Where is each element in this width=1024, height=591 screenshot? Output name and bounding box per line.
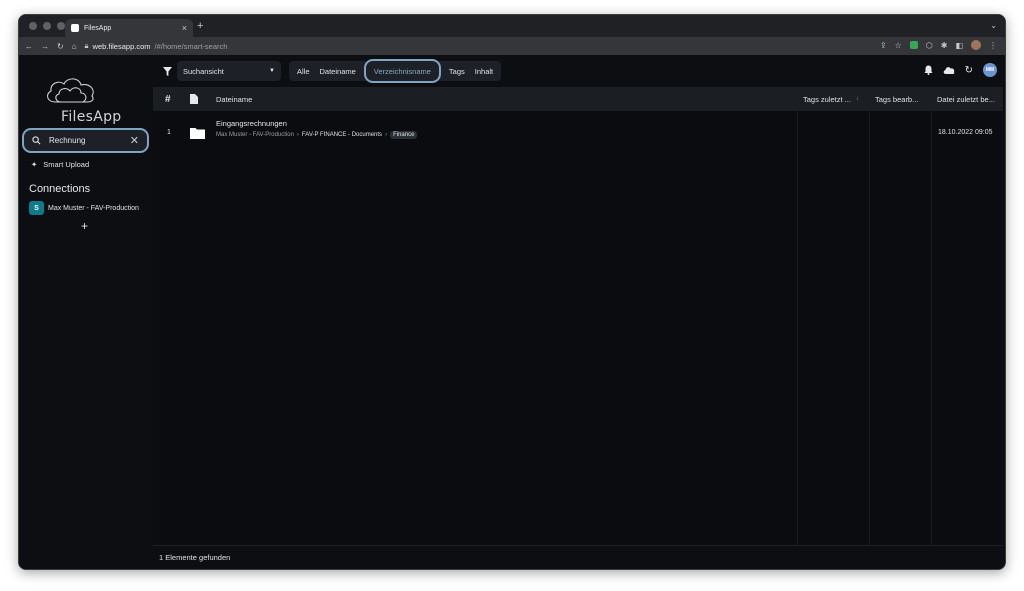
breadcrumb-connection[interactable]: Max Muster - FAV-Production — [216, 132, 294, 138]
table-header: # Dateiname Tags zuletzt ... ↓ Tags bear… — [153, 87, 1003, 111]
connections-title: Connections — [29, 183, 91, 195]
add-connection-button[interactable]: + — [81, 219, 88, 233]
breadcrumb-folder[interactable]: Finance — [390, 131, 418, 139]
connection-label: Max Muster - FAV-Production — [48, 204, 139, 212]
address-bar: ← → ↻ ⌂ 🔒︎ web.filesapp.com/#/home/smart… — [19, 37, 1005, 55]
column-header-filename[interactable]: Dateiname — [216, 87, 252, 111]
folder-icon — [190, 128, 205, 139]
view-select-value: Suchansicht — [183, 66, 224, 76]
chevron-right-icon: › — [296, 132, 299, 138]
new-tab-icon[interactable]: + — [197, 20, 203, 32]
smart-upload-button[interactable]: ✦ Smart Upload — [31, 160, 89, 169]
close-tab-icon[interactable]: × — [182, 23, 187, 33]
favicon-icon — [71, 24, 79, 32]
filter-verzeichnisname[interactable]: Verzeichnisname — [363, 59, 441, 83]
column-divider — [931, 111, 932, 545]
profile-avatar[interactable] — [971, 40, 981, 50]
home-icon[interactable]: ⌂ — [72, 42, 77, 51]
sidepanel-icon[interactable]: ◧ — [955, 41, 963, 50]
filter-inhalt[interactable]: Inhalt — [470, 61, 498, 81]
back-icon[interactable]: ← — [25, 42, 33, 51]
filter-icon[interactable] — [161, 66, 173, 76]
tab-title: FilesApp — [84, 24, 112, 32]
search-icon — [32, 136, 41, 145]
url-path: /#/home/smart-search — [154, 41, 228, 51]
search-input[interactable] — [49, 136, 119, 145]
browser-tab[interactable]: FilesApp × — [65, 19, 193, 37]
breadcrumb: Max Muster - FAV-Production › FAV-P FINA… — [216, 131, 418, 139]
refresh-icon[interactable]: ↻ — [965, 65, 973, 76]
cloud-icon[interactable] — [943, 66, 955, 74]
column-header-tags-changed-label: Tags zuletzt ... — [803, 94, 851, 104]
extension-green-icon[interactable] — [909, 41, 918, 49]
close-window-button[interactable] — [29, 22, 37, 30]
logo-text: FilesApp — [61, 109, 122, 125]
app-root: FilesApp ✕ ✦ Smart Upload Connections S … — [19, 55, 1005, 569]
chevron-down-icon: ▼ — [269, 68, 275, 74]
url-field[interactable]: 🔒︎ web.filesapp.com/#/home/smart-search — [85, 41, 228, 51]
sort-down-icon: ↓ — [855, 96, 859, 102]
minimize-window-button[interactable] — [43, 22, 51, 30]
browser-window: FilesApp × + ⌄ ← → ↻ ⌂ 🔒︎ web.filesapp.c… — [18, 14, 1006, 570]
filter-dateiname[interactable]: Dateiname — [315, 61, 361, 81]
column-header-tags-editor[interactable]: Tags bearb... — [875, 87, 918, 111]
puzzle-icon[interactable]: ✱ — [941, 41, 948, 50]
filter-alle[interactable]: Alle — [292, 61, 315, 81]
search-box[interactable]: ✕ — [22, 128, 149, 153]
row-filename[interactable]: Eingangsrechnungen — [216, 119, 287, 128]
connection-item[interactable]: S Max Muster - FAV-Production — [29, 201, 139, 215]
clear-search-icon[interactable]: ✕ — [130, 134, 139, 147]
sharepoint-icon: S — [29, 201, 44, 215]
row-index: 1 — [167, 129, 171, 136]
reload-icon[interactable]: ↻ — [57, 42, 64, 51]
forward-icon[interactable]: → — [41, 42, 49, 51]
lock-icon: 🔒︎ — [84, 41, 89, 50]
smart-upload-label: Smart Upload — [43, 160, 90, 169]
url-host: web.filesapp.com — [92, 41, 151, 51]
view-select[interactable]: Suchansicht ▼ — [177, 61, 281, 81]
sidebar: FilesApp ✕ ✦ Smart Upload Connections S … — [19, 55, 152, 569]
breadcrumb-library[interactable]: FAV-P FINANCE - Documents — [302, 132, 382, 138]
column-divider — [869, 111, 870, 545]
main-content: Suchansicht ▼ Alle Dateiname Verzeichnis… — [153, 55, 1003, 569]
status-bar: 1 Elemente gefunden — [153, 545, 1003, 569]
maximize-window-button[interactable] — [57, 22, 65, 30]
filter-segment: Alle Dateiname Verzeichnisname Tags Inha… — [289, 59, 502, 83]
tab-search-icon[interactable]: ⌄ — [990, 21, 997, 30]
chevron-right-icon: › — [385, 132, 388, 138]
file-table: # Dateiname Tags zuletzt ... ↓ Tags bear… — [153, 87, 1003, 545]
column-divider — [797, 111, 798, 545]
cloud-logo-icon — [46, 78, 94, 103]
user-avatar[interactable]: MM — [983, 63, 997, 77]
table-row[interactable]: 1 Eingangsrechnungen Max Muster - FAV-Pr… — [153, 117, 1003, 143]
filter-tags[interactable]: Tags — [444, 61, 470, 81]
result-count: 1 Elemente gefunden — [159, 553, 231, 562]
sparkle-icon: ✦ — [31, 160, 38, 169]
share-icon[interactable]: ⇪ — [880, 41, 887, 50]
bookmark-star-icon[interactable]: ☆ — [895, 41, 902, 50]
bell-icon[interactable] — [924, 65, 933, 75]
toolbar: Suchansicht ▼ Alle Dateiname Verzeichnis… — [153, 59, 1003, 83]
extension-icon[interactable]: ⬡ — [926, 41, 933, 50]
file-icon — [190, 87, 198, 111]
browser-menu-icon[interactable]: ⋮ — [989, 41, 997, 50]
column-header-tags-changed[interactable]: Tags zuletzt ... ↓ — [803, 87, 859, 111]
row-date: 18.10.2022 09:05 — [938, 129, 993, 136]
tab-strip: FilesApp × + ⌄ — [19, 15, 1005, 37]
column-header-num[interactable]: # — [165, 87, 171, 111]
column-header-file-changed[interactable]: Datei zuletzt be... — [937, 87, 995, 111]
window-controls — [29, 22, 65, 30]
